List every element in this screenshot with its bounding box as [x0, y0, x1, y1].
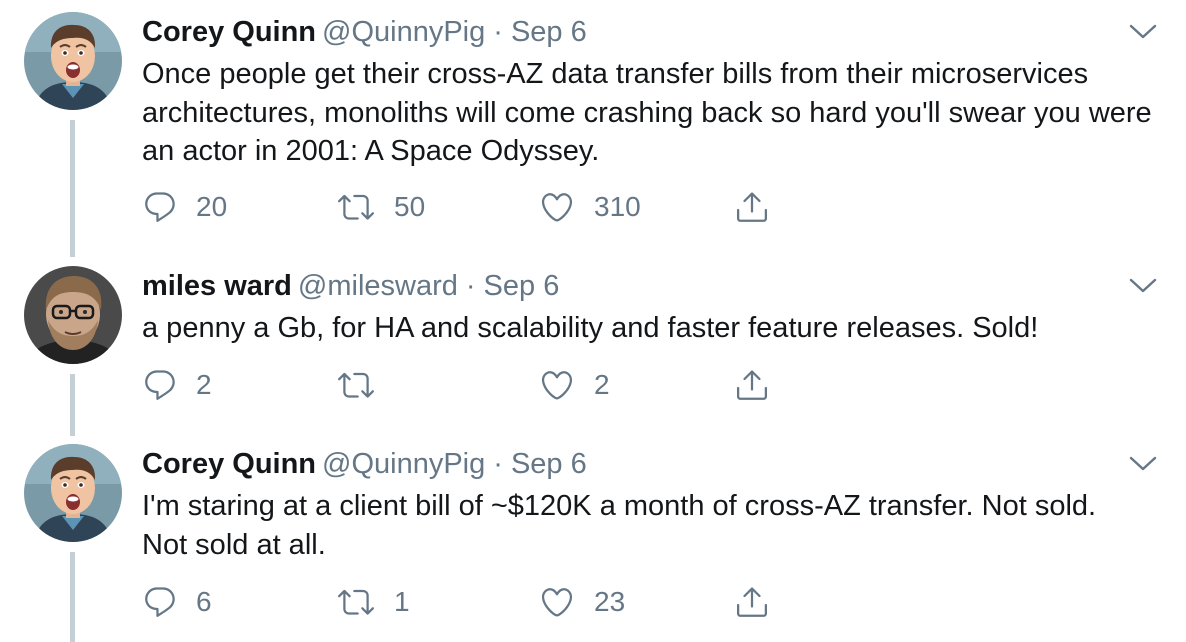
like-button[interactable]: 23: [538, 582, 625, 622]
heart-icon: [538, 584, 576, 620]
reply-icon: [142, 367, 178, 403]
user-handle[interactable]: @QuinnyPig: [322, 16, 485, 48]
avatar-corey-quinn-icon: [24, 444, 122, 542]
retweet-icon: [336, 189, 376, 225]
avatar[interactable]: [24, 12, 122, 110]
tweet-3[interactable]: Corey Quinn @QuinnyPig · Sep 6 I'm staring …: [0, 444, 1186, 642]
like-count: 2: [594, 369, 610, 400]
display-name[interactable]: Corey Quinn: [142, 16, 316, 48]
share-icon: [734, 189, 770, 225]
thread-connector-line: [70, 552, 75, 642]
thread-connector-line: [70, 120, 75, 257]
tweet-date[interactable]: Sep 6: [511, 16, 587, 48]
separator-dot: ·: [493, 16, 503, 48]
avatar-corey-quinn-icon: [24, 12, 122, 110]
like-button[interactable]: 2: [538, 365, 610, 405]
chevron-down-icon[interactable]: [1128, 276, 1158, 296]
user-handle[interactable]: @QuinnyPig: [322, 448, 485, 480]
avatar-miles-ward-icon: [24, 266, 122, 364]
reply-count: 20: [196, 191, 228, 222]
separator-dot: ·: [493, 448, 503, 480]
tweet-date[interactable]: Sep 6: [484, 270, 560, 302]
retweet-button[interactable]: [336, 365, 394, 405]
retweet-button[interactable]: 50: [336, 187, 425, 227]
reply-button[interactable]: 2: [142, 365, 212, 405]
tweet-text: Once people get their cross-AZ data tran…: [142, 58, 1152, 167]
tweet-header: Corey Quinn @QuinnyPig · Sep 6: [142, 14, 587, 50]
tweet-header: Corey Quinn @QuinnyPig · Sep 6: [142, 446, 587, 482]
share-icon: [734, 367, 770, 403]
tweet-header: miles ward @milesward · Sep 6: [142, 268, 559, 304]
share-button[interactable]: [734, 187, 770, 227]
conversation-thread: Corey Quinn @QuinnyPig · Sep 6 Once people …: [0, 0, 1186, 642]
avatar[interactable]: [24, 444, 122, 542]
chevron-down-icon[interactable]: [1128, 22, 1158, 42]
reply-count: 6: [196, 586, 212, 617]
user-handle[interactable]: @milesward: [298, 270, 458, 302]
tweet-actions: 20 50 310: [142, 187, 842, 227]
retweet-icon: [336, 584, 376, 620]
like-count: 310: [594, 191, 641, 222]
tweet-2[interactable]: miles ward @milesward · Sep 6 a penny a Gb,…: [0, 266, 1186, 436]
tweet-text: a penny a Gb, for HA and scalability and…: [142, 312, 1039, 344]
tweet-date[interactable]: Sep 6: [511, 448, 587, 480]
separator-dot: ·: [465, 270, 476, 302]
reply-count: 2: [196, 369, 212, 400]
chevron-down-icon[interactable]: [1128, 454, 1158, 474]
like-button[interactable]: 310: [538, 187, 641, 227]
retweet-count: 1: [394, 586, 410, 617]
heart-icon: [538, 189, 576, 225]
tweet-actions: 2 2: [142, 365, 842, 405]
retweet-count: 50: [394, 191, 426, 222]
share-button[interactable]: [734, 582, 770, 622]
tweet-1[interactable]: Corey Quinn @QuinnyPig · Sep 6 Once people …: [0, 0, 1186, 258]
reply-icon: [142, 189, 178, 225]
share-icon: [734, 584, 770, 620]
reply-icon: [142, 584, 178, 620]
avatar[interactable]: [24, 266, 122, 364]
tweet-actions: 6 1 23: [142, 582, 842, 622]
heart-icon: [538, 367, 576, 403]
like-count: 23: [594, 586, 626, 617]
reply-button[interactable]: 6: [142, 582, 212, 622]
thread-connector-line: [70, 374, 75, 436]
retweet-icon: [336, 367, 376, 403]
display-name[interactable]: Corey Quinn: [142, 448, 316, 480]
retweet-button[interactable]: 1: [336, 582, 410, 622]
tweet-text: I'm staring at a client bill of ~$120K a…: [142, 490, 1097, 561]
display-name[interactable]: miles ward: [142, 270, 292, 302]
share-button[interactable]: [734, 365, 770, 405]
reply-button[interactable]: 20: [142, 187, 227, 227]
